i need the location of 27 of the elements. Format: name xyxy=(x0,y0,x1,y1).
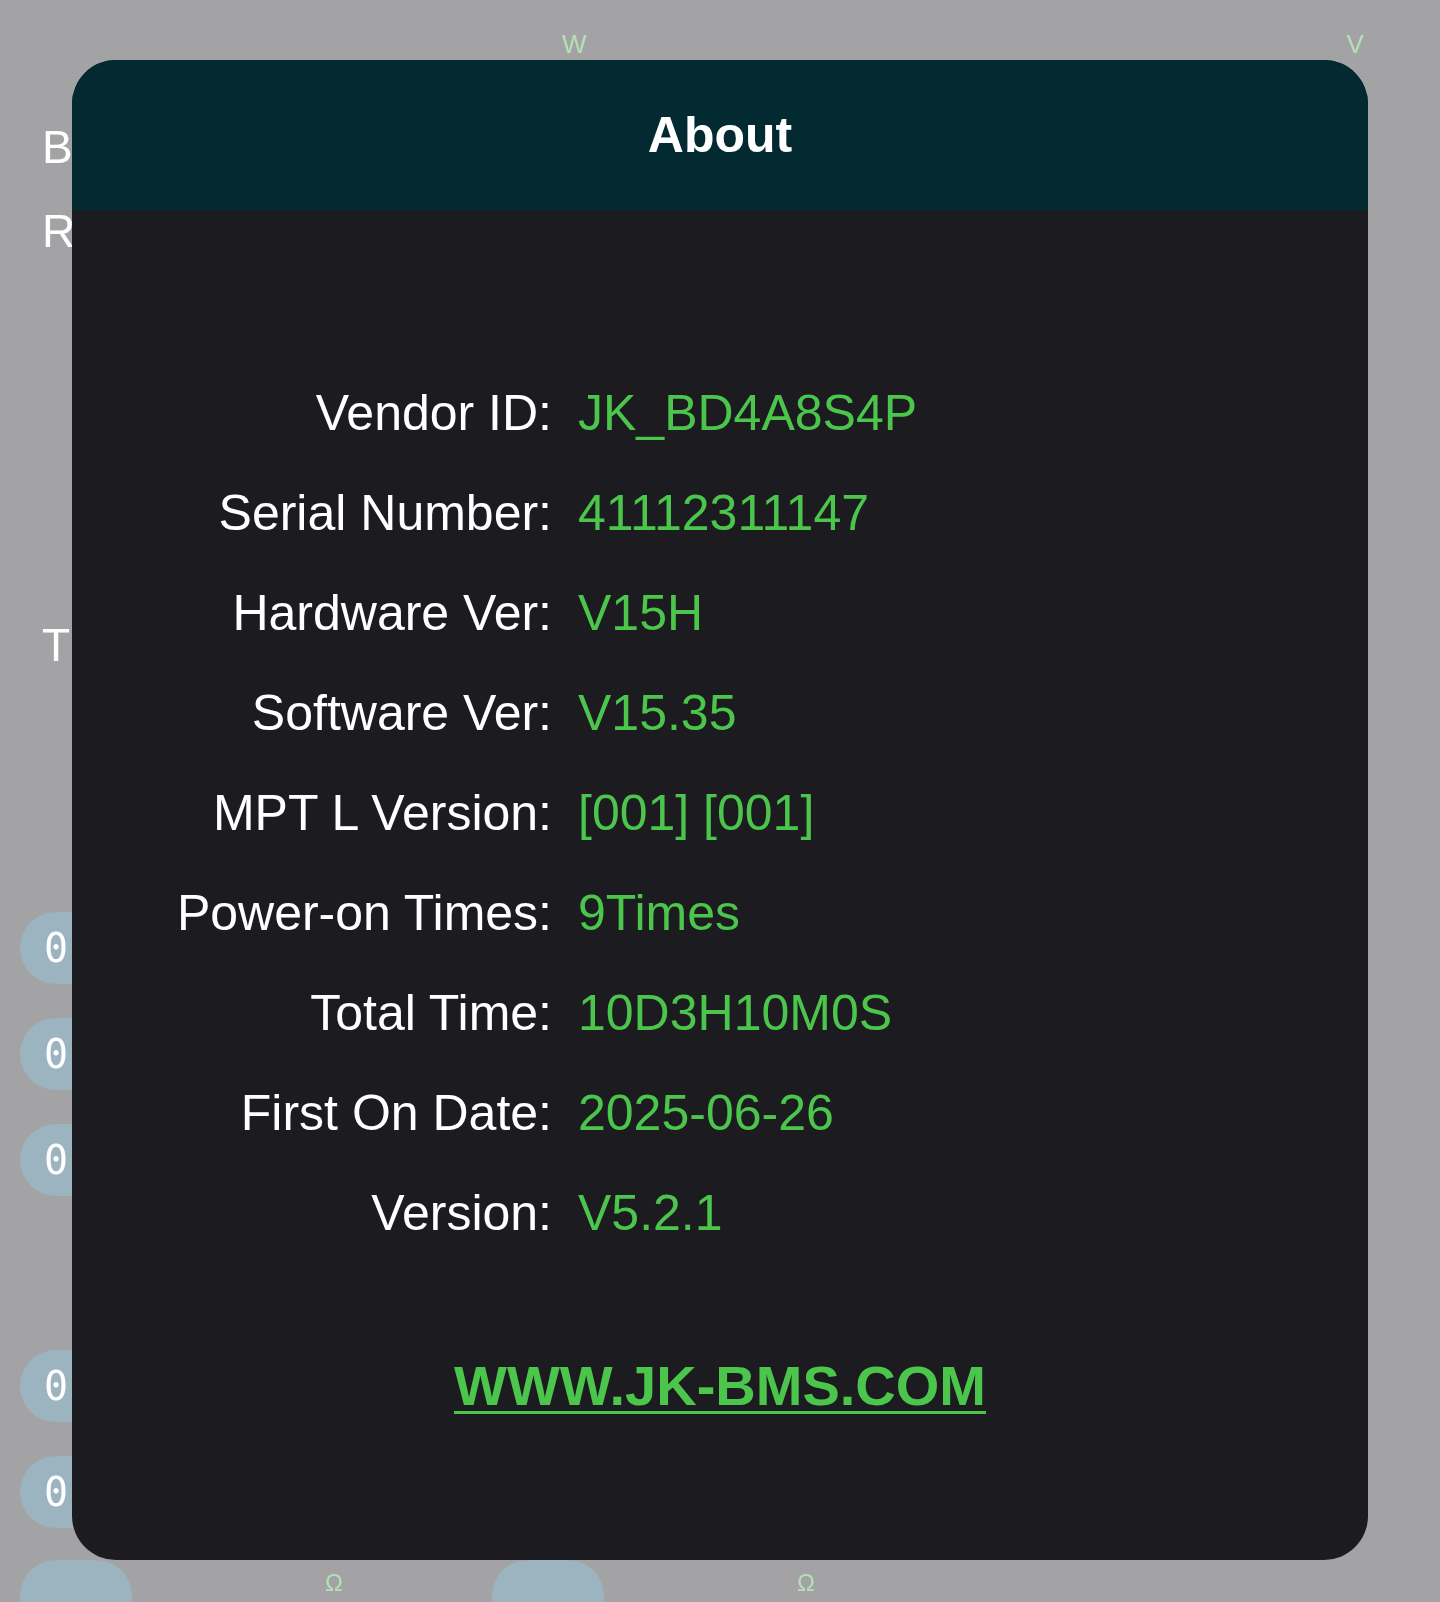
field-label: MPT L Version: xyxy=(211,784,552,843)
field-value: JK_BD4A8S4P xyxy=(578,384,918,443)
field-value: V5.2.1 xyxy=(578,1184,723,1243)
field-label: Version: xyxy=(370,1184,552,1243)
field-value: 9Times xyxy=(578,884,741,943)
field-label: First On Date: xyxy=(239,1084,552,1143)
section-heading: T xyxy=(42,618,71,672)
field-label: Vendor ID: xyxy=(314,384,552,443)
field-value: 41112311147 xyxy=(578,484,870,543)
website-link[interactable]: WWW.JK-BMS.COM xyxy=(454,1344,986,1428)
unit-label: Ω xyxy=(797,1570,815,1596)
field-value: V15.35 xyxy=(578,684,737,743)
section-heading: R xyxy=(42,204,76,258)
field-label: Software Ver: xyxy=(250,684,552,743)
field-label: Total Time: xyxy=(309,984,552,1043)
field-label: Power-on Times: xyxy=(175,884,552,943)
field-value: 2025-06-26 xyxy=(578,1084,834,1143)
unit-label: V xyxy=(1346,30,1364,61)
field-label: Serial Number: xyxy=(217,484,552,543)
section-heading: B xyxy=(42,120,73,174)
field-value: V15H xyxy=(578,584,704,643)
field-value: 10D3H10M0S xyxy=(578,984,893,1043)
field-label: Hardware Ver: xyxy=(231,584,552,643)
unit-label: Ω xyxy=(325,1570,343,1596)
dialog-title: About xyxy=(647,105,793,165)
field-value: [001] [001] xyxy=(578,784,815,843)
unit-label: W xyxy=(562,30,587,61)
